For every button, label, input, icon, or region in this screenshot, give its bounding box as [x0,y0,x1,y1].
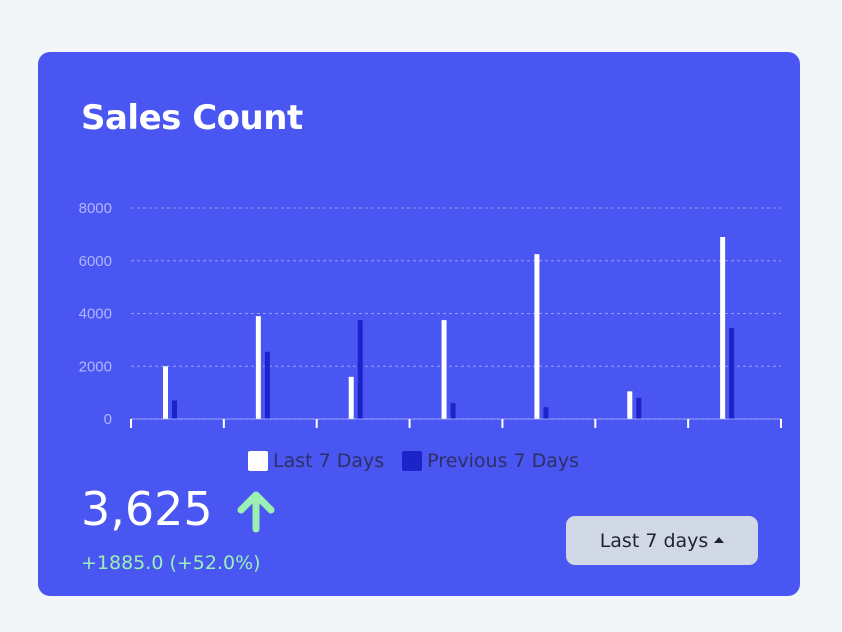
bar-previous-7-days [636,397,642,419]
bar-previous-7-days [543,407,549,419]
bar-previous-7-days [264,351,270,419]
caret-up-icon [714,536,725,543]
total-sales-value: 3,625 [81,482,213,536]
bar-last-7-days [627,391,633,419]
bar-last-7-days [534,254,540,419]
bar-previous-7-days [172,400,177,419]
sales-bar-chart: 0 2000 4000 6000 8000 [79,200,782,428]
legend-swatch-last-7-days [248,451,268,471]
legend-item-previous-7-days[interactable]: Previous 7 Days [402,450,579,472]
change-indicator: +1885.0 (+52.0%) [81,552,261,574]
bar-last-7-days [348,376,354,419]
date-range-button[interactable]: Last 7 days [566,516,758,565]
y-tick-label: 2000 [79,358,112,375]
bar-previous-7-days [450,403,456,419]
chart-legend: Last 7 Days Previous 7 Days [248,450,579,472]
bar-last-7-days [441,320,447,419]
legend-label-last-7-days: Last 7 Days [273,450,385,472]
bar-last-7-days [255,316,261,419]
bar-previous-7-days [357,320,363,419]
bar-previous-7-days [729,328,735,419]
y-tick-label: 0 [104,411,112,428]
date-range-label: Last 7 days [599,529,709,552]
arrow-up-icon [237,491,275,533]
sales-count-card: Sales Count 0 2000 4000 6000 8000 Last 7 Day… [38,52,800,596]
bar-last-7-days [720,237,726,419]
legend-label-previous-7-days: Previous 7 Days [427,450,580,472]
y-tick-label: 4000 [79,306,112,323]
bar-last-7-days [163,366,168,419]
legend-item-last-7-days[interactable]: Last 7 Days [248,450,384,472]
y-tick-label: 6000 [79,253,112,270]
legend-swatch-previous-7-days [402,451,423,471]
y-tick-label: 8000 [79,200,112,217]
